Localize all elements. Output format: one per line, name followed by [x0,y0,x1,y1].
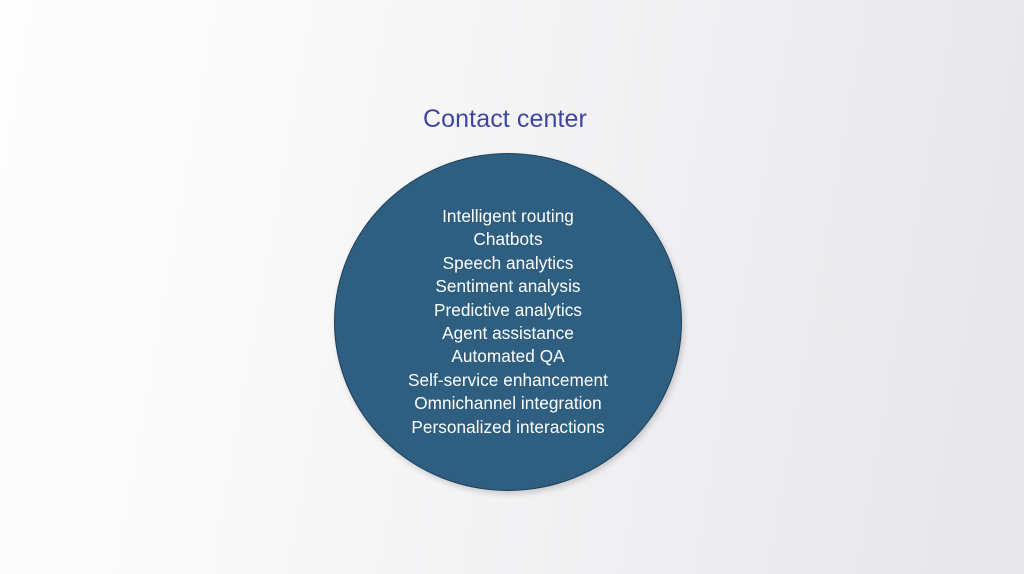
capability-list: Intelligent routing Chatbots Speech anal… [312,153,704,491]
list-item: Automated QA [451,346,565,367]
page-title: Contact center [423,105,587,133]
list-item: Chatbots [473,229,543,250]
list-item: Personalized interactions [411,416,605,437]
list-item: Omnichannel integration [414,393,602,414]
list-item: Sentiment analysis [435,276,581,297]
list-item: Agent assistance [442,323,574,343]
slide-canvas: Contact center Intelligent routing Chatb… [0,0,1024,574]
list-item: Predictive analytics [433,299,583,320]
list-item: Intelligent routing [442,205,574,226]
list-item: Speech analytics [442,252,574,273]
list-item: Self-service enhancement [408,369,608,390]
contact-center-circle-group: Intelligent routing Chatbots Speech anal… [334,153,682,491]
